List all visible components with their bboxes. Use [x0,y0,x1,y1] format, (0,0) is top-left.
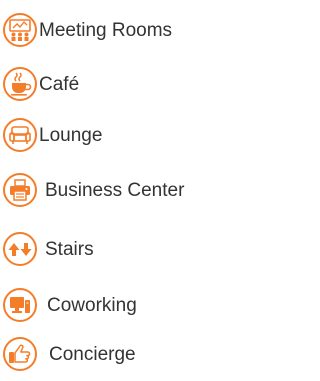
coworking-badge [3,288,37,322]
legend-item-concierge: Concierge [3,334,136,374]
legend-label-coworking: Coworking [47,294,137,316]
legend-item-business-center: Business Center [3,170,184,210]
legend-item-cafe: Café [3,64,79,104]
meeting-rooms-badge [3,13,37,47]
amenities-legend: Meeting Rooms Café Lounge Business Cente… [0,0,245,381]
cafe-badge [3,67,37,101]
coworking-computer-icon [10,297,30,313]
legend-item-meeting-rooms: Meeting Rooms [3,10,172,50]
meeting-rooms-icon [9,19,31,41]
lounge-chair-icon [9,126,31,144]
stairs-badge [3,232,37,266]
cafe-cup-icon [11,72,32,96]
concierge-badge [3,337,37,371]
printer-icon [10,179,30,201]
legend-label-business-center: Business Center [45,179,185,201]
legend-item-coworking: Coworking [3,285,137,325]
lounge-badge [3,118,37,152]
legend-item-lounge: Lounge [3,115,102,155]
legend-label-lounge: Lounge [39,124,103,146]
legend-label-stairs: Stairs [45,238,94,260]
legend-label-meeting-rooms: Meeting Rooms [39,19,173,41]
legend-item-stairs: Stairs [3,229,94,269]
stairs-arrows-icon [8,243,32,256]
business-center-badge [3,173,37,207]
concierge-hand-icon [9,344,31,363]
legend-label-cafe: Café [39,73,80,95]
legend-label-concierge: Concierge [49,343,136,365]
